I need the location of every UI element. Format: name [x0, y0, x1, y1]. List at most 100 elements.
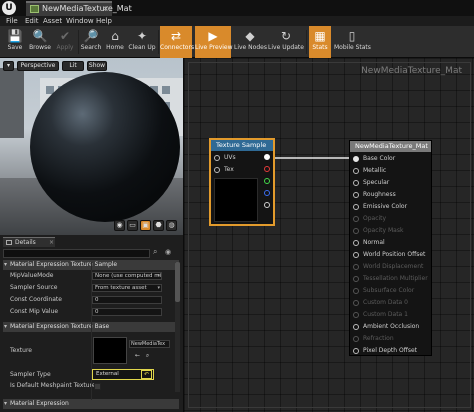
menu-asset[interactable]: Asset: [43, 16, 62, 26]
texture-thumbnail[interactable]: [93, 337, 127, 364]
scrollbar-thumb[interactable]: [175, 262, 180, 302]
pin-tex[interactable]: Tex: [214, 165, 234, 175]
const-coordinate-field[interactable]: 0: [92, 296, 162, 304]
document-tab[interactable]: NewMediaTexture_Mat ×: [26, 1, 132, 16]
live-nodes-button[interactable]: ◆ Live Nodes: [234, 26, 267, 58]
mip-value-mode-dropdown[interactable]: None (use computed mip: [92, 272, 162, 280]
clean-up-icon: ✦: [136, 29, 148, 43]
texture-preview: [214, 178, 258, 222]
const-mip-value-field[interactable]: 0: [92, 308, 162, 316]
details-scrollbar[interactable]: [175, 262, 180, 392]
material-result-node[interactable]: NewMediaTexture_Mat Base Color Metallic Sp…: [349, 140, 432, 356]
section-material-expression[interactable]: Material Expression: [3, 399, 179, 409]
material-pin[interactable]: Emissive Color: [353, 202, 407, 212]
toolbar-separator: [306, 30, 307, 54]
save-button[interactable]: 💾 Save: [4, 26, 26, 58]
menu-help[interactable]: Help: [96, 16, 112, 26]
prop-label: Sampler Source: [10, 284, 58, 291]
live-update-button[interactable]: ↻ Live Update: [268, 26, 304, 58]
input-pin-icon[interactable]: [353, 240, 359, 246]
close-icon[interactable]: ×: [102, 3, 109, 15]
input-pin-icon[interactable]: [353, 180, 359, 186]
toolbar-separator: [158, 30, 159, 54]
material-pin: World Displacement: [353, 262, 423, 272]
perspective-button[interactable]: Perspective: [17, 61, 59, 71]
pin-uvs[interactable]: UVs: [214, 153, 236, 163]
input-pin-icon[interactable]: [214, 155, 220, 161]
clean-up-button[interactable]: ✦ Clean Up: [128, 26, 156, 58]
home-button-label: Home: [106, 44, 124, 51]
section-title: Material Expression Texture Sample: [10, 261, 118, 268]
browse-asset-icon[interactable]: ⌕: [144, 352, 151, 359]
input-pin-icon[interactable]: [214, 167, 220, 173]
column-divider[interactable]: [91, 262, 92, 400]
input-pin-icon[interactable]: [353, 252, 359, 258]
material-pin[interactable]: Normal: [353, 238, 385, 248]
details-tab[interactable]: Details ×: [3, 237, 55, 247]
input-pin-icon: [353, 276, 359, 282]
sampler-source-dropdown[interactable]: From texture asset: [92, 284, 162, 292]
pin-label: Base Color: [363, 155, 396, 162]
browse-button[interactable]: 🔍 Browse: [28, 26, 52, 58]
texture-asset-picker[interactable]: NewMediaTex: [129, 340, 170, 348]
use-selected-arrow-icon[interactable]: ←: [134, 352, 141, 359]
home-button[interactable]: ⌂ Home: [104, 26, 126, 58]
material-pin[interactable]: World Position Offset: [353, 250, 425, 260]
cylinder-icon[interactable]: ◉: [114, 220, 125, 231]
input-pin-icon[interactable]: [353, 348, 359, 354]
material-pin[interactable]: Metallic: [353, 166, 386, 176]
material-pin[interactable]: Ambient Occlusion: [353, 322, 419, 332]
material-pin: Custom Data 1: [353, 310, 408, 320]
preview-viewport[interactable]: ▾ Perspective Lit Show: [0, 58, 183, 235]
section-title: Material Expression: [10, 400, 69, 407]
stats-button[interactable]: ▦ Stats: [309, 26, 331, 58]
show-button[interactable]: Show: [87, 61, 107, 71]
pin-label: Refraction: [363, 335, 394, 342]
material-pin[interactable]: Pixel Depth Offset: [353, 346, 417, 356]
lit-button[interactable]: Lit: [62, 61, 84, 71]
apply-button[interactable]: ✔ Apply: [54, 26, 76, 58]
clean-up-button-label: Clean Up: [128, 44, 156, 51]
pin-label: Roughness: [363, 191, 396, 198]
output-pin-icon[interactable]: [264, 190, 270, 196]
input-pin-icon[interactable]: [353, 192, 359, 198]
mobile-stats-button[interactable]: ▯ Mobile Stats: [334, 26, 371, 58]
input-pin-icon[interactable]: [353, 156, 359, 162]
input-pin-icon[interactable]: [353, 324, 359, 330]
material-pin[interactable]: Base Color: [353, 154, 395, 164]
default-meshpaint-checkbox[interactable]: [94, 383, 101, 390]
sphere-icon[interactable]: ▣: [140, 220, 151, 231]
texture-sample-node[interactable]: Texture Sample UVs Tex: [210, 139, 274, 225]
menu-window[interactable]: Window: [66, 16, 94, 26]
reset-to-default-icon[interactable]: ↶: [141, 370, 152, 379]
viewport-menu-button[interactable]: ▾: [3, 61, 14, 71]
details-search-input[interactable]: [3, 249, 150, 258]
pin-label: Custom Data 1: [363, 311, 408, 318]
toolbar-separator: [78, 30, 79, 54]
output-pin-icon[interactable]: [264, 178, 270, 184]
material-pin[interactable]: Roughness: [353, 190, 396, 200]
live-update-icon: ↻: [280, 29, 292, 43]
close-icon[interactable]: ×: [49, 238, 54, 247]
cube-icon[interactable]: ⬣: [153, 220, 164, 231]
texture-sample-title: Texture Sample: [211, 140, 273, 151]
input-pin-icon[interactable]: [353, 168, 359, 174]
save-button-label: Save: [7, 44, 23, 51]
search-button-label: Search: [80, 44, 102, 51]
live-preview-button[interactable]: ▶ Live Preview: [195, 26, 233, 58]
output-pin-icon[interactable]: [264, 202, 270, 208]
teapot-icon[interactable]: ◍: [166, 220, 177, 231]
output-pin-icon[interactable]: [264, 154, 270, 160]
show-label: Show: [88, 62, 106, 69]
material-graph[interactable]: NewMediaTexture_Mat Texture Sample UVs T…: [183, 58, 474, 412]
input-pin-icon[interactable]: [353, 204, 359, 210]
output-pin-icon[interactable]: [264, 166, 270, 172]
lit-label: Lit: [69, 62, 77, 69]
eye-icon[interactable]: ◉: [165, 248, 171, 256]
material-pin[interactable]: Specular: [353, 178, 389, 188]
menu-edit[interactable]: Edit: [25, 16, 39, 26]
connectors-button[interactable]: ⇄ Connectors: [160, 26, 194, 58]
plane-icon[interactable]: ▭: [127, 220, 138, 231]
search-button[interactable]: 🔎 Search: [80, 26, 102, 58]
menu-file[interactable]: File: [6, 16, 18, 26]
